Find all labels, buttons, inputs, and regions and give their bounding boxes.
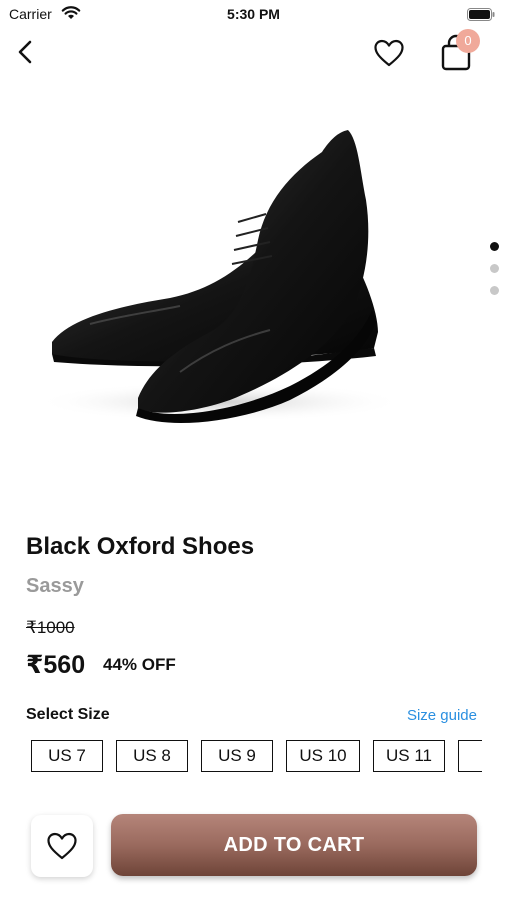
size-guide-link[interactable]: Size guide — [407, 707, 477, 724]
back-icon[interactable] — [12, 38, 40, 66]
select-size-label: Select Size — [26, 706, 110, 723]
clock: 5:30 PM — [227, 6, 280, 22]
size-option[interactable]: U — [458, 740, 482, 772]
size-option[interactable]: US 8 — [116, 740, 188, 772]
original-price: ₹1000 — [26, 618, 75, 637]
pager-dot[interactable] — [490, 286, 499, 295]
image-pager[interactable] — [490, 242, 500, 308]
discount-label: 44% OFF — [103, 655, 176, 674]
battery-icon — [467, 8, 495, 26]
size-options[interactable]: US 7 US 8 US 9 US 10 US 11 U — [31, 740, 482, 772]
heart-icon — [47, 832, 77, 860]
size-option[interactable]: US 9 — [201, 740, 273, 772]
add-to-cart-button[interactable]: ADD TO CART — [111, 814, 477, 876]
size-option[interactable]: US 10 — [286, 740, 360, 772]
wishlist-button[interactable] — [31, 815, 93, 877]
size-option[interactable]: US 11 — [373, 740, 445, 772]
cart-count-badge: 0 — [456, 29, 480, 53]
product-brand: Sassy — [26, 575, 84, 597]
sale-price: ₹560 — [26, 651, 86, 679]
size-option[interactable]: US 7 — [31, 740, 103, 772]
product-image[interactable] — [30, 110, 410, 440]
product-title: Black Oxford Shoes — [26, 533, 255, 560]
wishlist-heart-icon[interactable] — [373, 38, 405, 68]
status-bar: Carrier 5:30 PM — [0, 0, 507, 28]
pager-dot[interactable] — [490, 264, 499, 273]
pager-dot-active[interactable] — [490, 242, 499, 251]
